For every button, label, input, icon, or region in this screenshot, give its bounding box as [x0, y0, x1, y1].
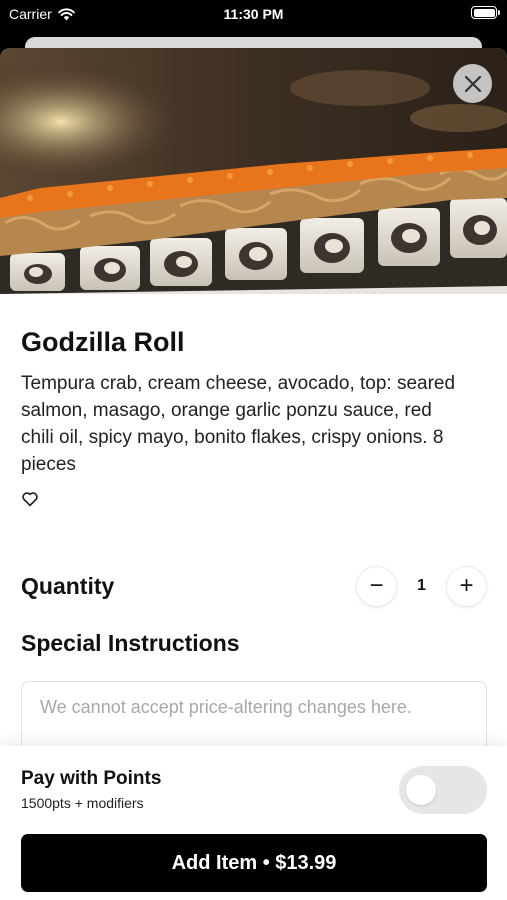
status-bar: Carrier 11:30 PM	[0, 0, 507, 28]
plus-icon: +	[459, 572, 474, 599]
sushi-roll-image	[0, 48, 507, 294]
points-cost: 1500pts + modifiers	[21, 795, 144, 811]
decrement-button[interactable]: −	[356, 565, 397, 607]
close-icon	[464, 75, 481, 92]
checkout-panel: Pay with Points 1500pts + modifiers Add …	[0, 746, 507, 900]
battery-icon	[471, 6, 500, 19]
item-description: Tempura crab, cream cheese, avocado, top…	[21, 373, 456, 475]
favorite-button[interactable]	[21, 490, 41, 510]
item-detail-screen: Carrier 11:30 PM Godzilla Roll Tempura c…	[0, 0, 507, 900]
item-sheet: Godzilla Roll Tempura crab, cream cheese…	[0, 48, 507, 900]
pay-with-points-toggle[interactable]	[399, 766, 487, 814]
quantity-stepper: − 1 +	[356, 565, 487, 607]
item-title: Godzilla Roll	[21, 327, 185, 357]
close-button[interactable]	[453, 64, 492, 103]
add-item-button[interactable]: Add Item • $13.99	[21, 834, 487, 892]
heart-outline-icon	[22, 492, 38, 507]
item-info: Godzilla Roll Tempura crab, cream cheese…	[21, 294, 486, 510]
quantity-row: Quantity − 1 +	[21, 565, 487, 607]
clock: 11:30 PM	[223, 6, 284, 22]
quantity-label: Quantity	[21, 572, 115, 599]
quantity-value: 1	[417, 577, 426, 594]
item-photo	[0, 48, 507, 294]
toggle-knob	[406, 775, 436, 805]
special-instructions-label: Special Instructions	[21, 630, 240, 656]
pay-with-points-label: Pay with Points	[21, 768, 162, 789]
status-right	[471, 6, 500, 19]
minus-icon: −	[369, 572, 384, 599]
increment-button[interactable]: +	[446, 565, 487, 607]
